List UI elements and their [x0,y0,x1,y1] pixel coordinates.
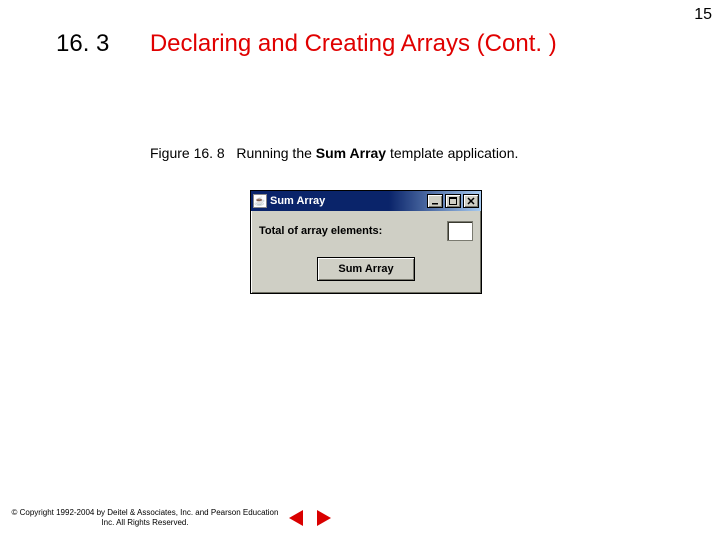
button-row: Sum Array [259,257,473,281]
figure-caption-suffix: template application. [386,145,518,161]
window-client-area: Total of array elements: Sum Array [251,211,481,293]
copyright-text: © Copyright 1992-2004 by Deitel & Associ… [10,508,280,528]
maximize-button[interactable] [445,194,461,208]
sum-array-button[interactable]: Sum Array [317,257,414,281]
java-icon: ☕ [253,194,267,208]
result-row: Total of array elements: [259,221,473,241]
figure-label: Figure 16. 8 [150,145,225,161]
slide-nav [286,509,334,527]
next-slide-button[interactable] [314,509,334,527]
app-window: ☕ Sum Array Total of array elements: Sum… [250,190,482,294]
section-title: Declaring and Creating Arrays (Cont. ) [150,30,557,58]
close-button[interactable] [463,194,479,208]
title-bar: ☕ Sum Array [251,191,481,211]
section-heading: 16. 3 Declaring and Creating Arrays (Con… [56,30,700,58]
total-label: Total of array elements: [259,225,382,237]
figure-caption-prefix: Running the [236,145,315,161]
arrow-left-icon [289,510,303,526]
arrow-right-icon [317,510,331,526]
window-title: Sum Array [270,195,427,207]
slide-footer: © Copyright 1992-2004 by Deitel & Associ… [10,508,710,528]
window-controls [427,194,479,208]
minimize-button[interactable] [427,194,443,208]
result-field [447,221,473,241]
prev-slide-button[interactable] [286,509,306,527]
page-number: 15 [694,6,712,24]
figure-caption-bold: Sum Array [316,145,386,161]
figure-caption: Figure 16. 8 Running the Sum Array templ… [150,145,518,161]
section-number: 16. 3 [56,30,109,58]
